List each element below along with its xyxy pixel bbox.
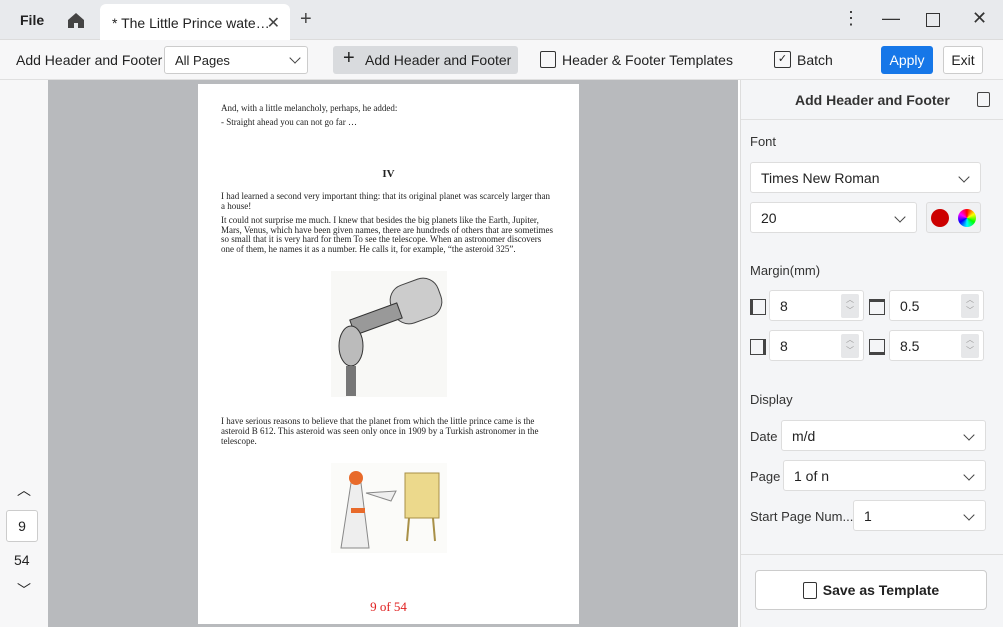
new-tab-icon[interactable]: + — [300, 8, 312, 31]
bottom-margin-value: 8.5 — [900, 337, 920, 354]
paragraph: I had learned a second very important th… — [221, 190, 550, 211]
top-margin-value: 0.5 — [900, 297, 920, 314]
document-page: And, with a little melancholy, perhaps, … — [198, 84, 579, 624]
page-navigator: ︿ 9 54 ﹀ — [0, 80, 48, 627]
templates-button[interactable]: Header & Footer Templates — [562, 52, 733, 68]
top-margin-input[interactable]: 0.5 ︿ ﹀ — [889, 290, 984, 321]
stepper-icon[interactable]: ︿ ﹀ — [841, 294, 859, 318]
start-page-label: Start Page Num... — [750, 509, 854, 524]
chevron-down-icon — [963, 469, 975, 481]
top-margin-icon — [869, 299, 885, 315]
stepper-icon[interactable]: ︿ ﹀ — [961, 294, 979, 318]
right-margin-input[interactable]: 8 ︿ ﹀ — [769, 330, 864, 361]
close-window-icon[interactable]: ✕ — [972, 8, 987, 29]
page-format-value: 1 of n — [794, 467, 830, 484]
selected-color-swatch[interactable] — [931, 209, 949, 227]
exit-button[interactable]: Exit — [943, 46, 983, 74]
save-template-icon — [802, 581, 817, 599]
footer-page-number: 9 of 54 — [370, 598, 407, 614]
chevron-down-icon — [958, 171, 970, 183]
chapter-heading: IV — [382, 167, 395, 180]
total-pages: 54 — [14, 552, 30, 568]
template-list-icon[interactable] — [977, 92, 990, 107]
save-as-template-button[interactable]: Save as Template — [755, 570, 987, 610]
font-select[interactable]: Times New Roman — [750, 162, 981, 193]
panel-title: Add Header and Footer — [741, 80, 1003, 120]
add-header-footer-label[interactable]: Add Header and Footer — [365, 52, 511, 68]
right-margin-value: 8 — [780, 337, 788, 354]
apply-button[interactable]: Apply — [881, 46, 933, 74]
more-icon[interactable]: ⋮ — [842, 8, 860, 29]
date-format-select[interactable]: m/d — [781, 420, 986, 451]
chevron-up-icon[interactable]: ︿ — [17, 480, 31, 500]
panel-title-text: Add Header and Footer — [795, 92, 950, 108]
page-format-select[interactable]: 1 of n — [783, 460, 986, 491]
file-menu[interactable]: File — [20, 12, 44, 28]
margin-label: Margin(mm) — [750, 263, 821, 278]
display-label: Display — [750, 392, 793, 407]
template-icon — [540, 51, 556, 68]
start-page-value: 1 — [864, 507, 872, 524]
chevron-down-icon — [963, 429, 975, 441]
home-icon[interactable] — [66, 11, 86, 32]
chevron-down-icon[interactable]: ﹀ — [17, 580, 31, 600]
divider — [741, 554, 1003, 555]
maximize-icon[interactable] — [926, 13, 940, 27]
telescope-illustration — [331, 271, 447, 398]
page-range-value: All Pages — [175, 53, 230, 68]
paragraph: And, with a little melancholy, perhaps, … — [221, 103, 398, 113]
left-margin-input[interactable]: 8 ︿ ﹀ — [769, 290, 864, 321]
font-size-select[interactable]: 20 — [750, 202, 917, 233]
paragraph: It could not surprise me much. I knew th… — [221, 214, 553, 255]
date-format-value: m/d — [792, 427, 816, 444]
color-picker[interactable] — [926, 202, 981, 233]
header-footer-panel: Add Header and Footer Font Times New Rom… — [740, 80, 1003, 627]
stepper-icon[interactable]: ︿ ﹀ — [841, 334, 859, 358]
chevron-down-icon — [289, 52, 301, 64]
close-tab-icon[interactable]: ✕ — [267, 13, 280, 33]
astronomer-illustration — [331, 462, 447, 553]
page-label: Page — [750, 469, 781, 484]
toolbar-label: Add Header and Footer — [16, 52, 163, 68]
font-value: Times New Roman — [761, 169, 880, 186]
batch-button[interactable]: Batch — [797, 52, 833, 68]
stepper-icon[interactable]: ︿ ﹀ — [961, 334, 979, 358]
left-margin-icon — [750, 299, 766, 315]
color-wheel-icon[interactable] — [958, 209, 976, 227]
batch-icon: ✓ — [774, 51, 791, 68]
chevron-down-icon — [894, 211, 906, 223]
plus-icon: + — [343, 47, 355, 69]
date-label: Date — [750, 429, 778, 444]
paragraph: I have serious reasons to believe that t… — [221, 416, 539, 446]
start-page-select[interactable]: 1 — [853, 500, 986, 531]
font-label: Font — [750, 134, 777, 149]
minimize-icon[interactable]: — — [882, 8, 900, 29]
font-size-value: 20 — [761, 209, 777, 226]
page-number-input[interactable]: 9 — [6, 510, 38, 542]
chevron-down-icon — [963, 509, 975, 521]
toolbar: Add Header and Footer All Pages + Add He… — [0, 40, 1003, 80]
save-as-template-label: Save as Template — [822, 582, 940, 598]
page-range-select[interactable]: All Pages — [164, 46, 308, 74]
document-tab[interactable]: * The Little Prince wate… ✕ — [100, 4, 290, 40]
title-bar: File * The Little Prince wate… ✕ + ⋮ — ✕ — [0, 0, 1003, 40]
bottom-margin-icon — [869, 339, 885, 355]
left-margin-value: 8 — [780, 297, 788, 314]
bottom-margin-input[interactable]: 8.5 ︿ ﹀ — [889, 330, 984, 361]
document-canvas: And, with a little melancholy, perhaps, … — [48, 80, 738, 627]
paragraph: - Straight ahead you can not go far … — [221, 116, 357, 127]
right-margin-icon — [750, 339, 766, 355]
tab-title: * The Little Prince wate… — [112, 15, 270, 31]
